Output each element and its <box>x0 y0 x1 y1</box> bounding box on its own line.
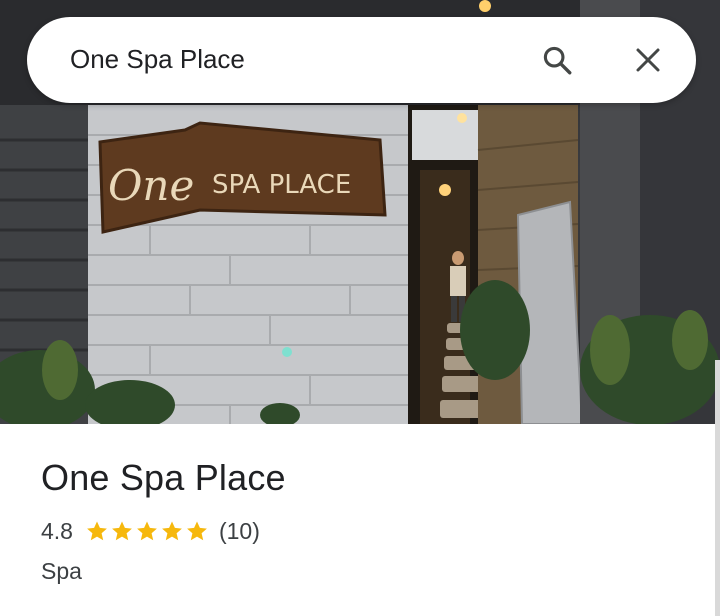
sign-main-text: SPA PLACE <box>212 170 351 200</box>
sign-script-text: One <box>108 161 194 210</box>
close-icon <box>636 48 660 72</box>
star-icon <box>112 521 132 541</box>
rating-value: 4.8 <box>41 517 73 544</box>
star-icon <box>87 521 107 541</box>
scrollbar[interactable] <box>715 360 720 616</box>
review-count[interactable]: (10) <box>219 518 260 545</box>
search-input[interactable]: One Spa Place <box>70 42 245 76</box>
search-bar[interactable]: One Spa Place <box>27 17 696 103</box>
star-icon <box>162 521 182 541</box>
clear-search-button[interactable] <box>626 38 670 82</box>
place-category: Spa <box>41 558 82 584</box>
star-rating <box>85 519 210 543</box>
place-info-panel: One Spa Place 4.8 (10) Spa <box>0 424 720 616</box>
star-icon <box>137 521 157 541</box>
search-button[interactable] <box>535 38 579 82</box>
search-icon <box>543 46 572 75</box>
rating-row[interactable]: 4.8 (10) <box>41 516 260 546</box>
place-name: One Spa Place <box>41 457 286 498</box>
star-icon <box>187 521 207 541</box>
